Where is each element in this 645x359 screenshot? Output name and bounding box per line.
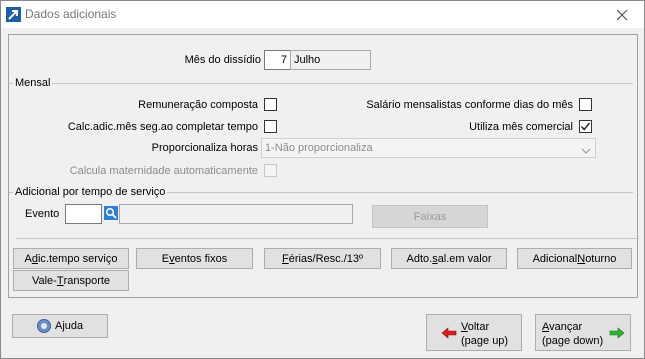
evento-input[interactable] (65, 204, 102, 224)
mensal-group-label: Mensal (13, 77, 53, 89)
evento-label: Evento (25, 208, 60, 220)
proporcionaliza-horas-value: 1-Não proporcionaliza (265, 142, 373, 154)
adicional-group-label: Adicional por tempo de serviço (13, 186, 168, 198)
title-bar: Dados adicionais (1, 1, 644, 28)
utiliza-mes-comercial-label: Utiliza mês comercial (469, 121, 573, 133)
evento-description (119, 204, 353, 224)
salario-mensalistas-label: Salário mensalistas conforme dias do mês (366, 99, 573, 111)
close-icon[interactable] (600, 1, 644, 28)
faixas-button[interactable]: Faixas (372, 205, 488, 228)
help-icon (37, 319, 51, 336)
proporcionaliza-horas-label: Proporcionaliza horas (151, 142, 258, 154)
mes-dissidio-label: Mês do dissídio (184, 54, 261, 66)
salario-mensalistas-checkbox[interactable] (579, 98, 592, 111)
app-icon (6, 7, 21, 22)
calc-adic-mes-label: Calc.adic.mês seg.ao completar tempo (67, 121, 258, 133)
ajuda-button[interactable]: Ajuda (12, 314, 108, 338)
voltar-label: Voltar (page up) (461, 321, 509, 347)
search-icon[interactable] (104, 206, 118, 220)
window-title: Dados adicionais (25, 7, 117, 21)
ferias-resc-button[interactable]: Férias/Resc./13º (264, 248, 381, 269)
mes-dissidio-name: Julho (290, 50, 371, 70)
faixas-button-label: Faixas (413, 210, 447, 223)
adic-tempo-servico-button[interactable]: Ad ic.tempo serviço (13, 248, 129, 269)
mes-dissidio-input[interactable]: 7 (264, 50, 291, 70)
vale-transporte-button[interactable]: Vale- Transporte (13, 270, 129, 291)
chevron-down-icon (581, 143, 591, 161)
arrow-right-icon (609, 327, 625, 342)
adicional-noturno-button[interactable]: Adicional Noturno (517, 248, 632, 269)
avancar-button[interactable]: Avançar (page down) (535, 314, 631, 351)
calcula-maternidade-checkbox[interactable] (264, 164, 277, 177)
checkmark-icon (580, 122, 591, 131)
adicional-group: Adicional por tempo de serviço (9, 186, 633, 198)
proporcionaliza-horas-select[interactable]: 1-Não proporcionaliza (261, 138, 596, 158)
adto-sal-valor-button[interactable]: Adto. s al.em valor (391, 248, 507, 269)
main-panel: Mês do dissídio 7 Julho Mensal Remuneraç… (8, 34, 639, 298)
arrow-left-icon (441, 327, 457, 342)
voltar-button[interactable]: Voltar (page up) (426, 314, 522, 351)
dialog-window: Dados adicionais Mês do dissídio 7 Julho… (0, 0, 645, 359)
buttons-separator (16, 238, 639, 239)
eventos-fixos-button[interactable]: Ev entos fixos (136, 248, 253, 269)
remuneracao-composta-checkbox[interactable] (264, 98, 277, 111)
avancar-label: Avançar (page down) (542, 321, 604, 347)
utiliza-mes-comercial-checkbox[interactable] (579, 120, 592, 133)
calcula-maternidade-label: Calcula maternidade automaticamente (69, 165, 258, 177)
mensal-group: Mensal (9, 77, 633, 89)
calc-adic-mes-checkbox[interactable] (264, 120, 277, 133)
remuneracao-composta-label: Remuneração composta (138, 99, 258, 111)
